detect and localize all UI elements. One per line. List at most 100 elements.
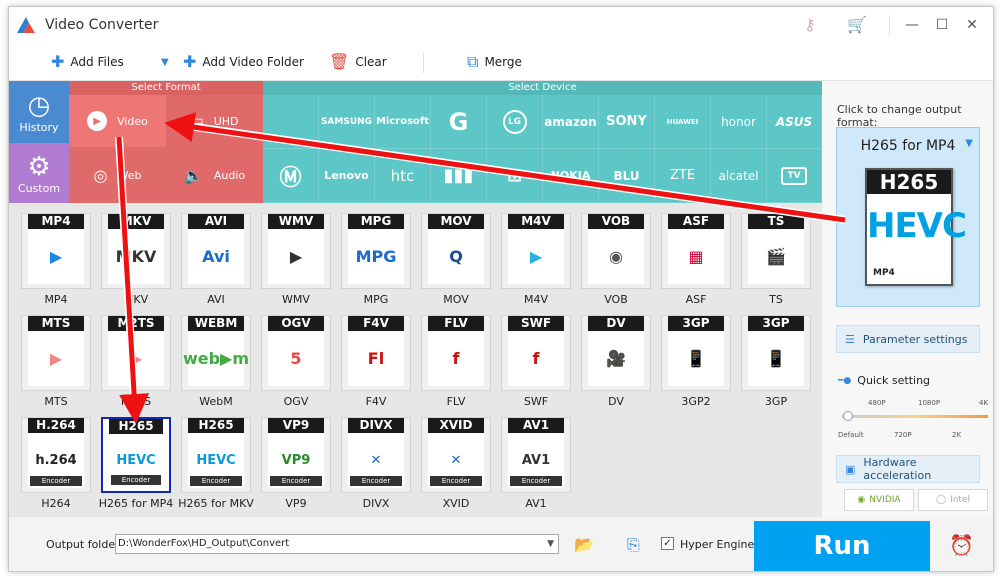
- output-folder-input[interactable]: D:\WonderFox\HD_Output\Convert ▼: [115, 534, 559, 554]
- format-name: H265 for MKV: [178, 497, 254, 510]
- device-samsung[interactable]: SAMSUNG: [319, 95, 375, 149]
- speaker-icon: 🔈: [183, 165, 204, 185]
- app-title: Video Converter: [45, 17, 159, 33]
- cart-icon[interactable]: 🛒: [847, 15, 867, 34]
- format-tag: MPG: [348, 214, 404, 229]
- gear-icon: ⚙: [27, 151, 51, 182]
- format-card-mp4[interactable]: MP4 ▶: [21, 213, 91, 289]
- format-name: MOV: [443, 293, 469, 306]
- format-card-divx[interactable]: DIVX ✕ Encoder: [341, 417, 411, 493]
- format-card-m4v[interactable]: M4V ▶: [501, 213, 571, 289]
- format-card-wmv[interactable]: WMV ▶: [261, 213, 331, 289]
- format-name: WebM: [199, 395, 233, 408]
- output-format-selector[interactable]: H265 for MP4 ▼ H265 HEVC MP4: [836, 127, 980, 307]
- category-audio[interactable]: 🔈 Audio: [166, 147, 263, 203]
- device-amazon[interactable]: amazon: [543, 95, 599, 149]
- intel-checkbox[interactable]: ◯ Intel: [918, 489, 988, 511]
- format-tag: FLV: [428, 316, 484, 331]
- format-icon: f: [428, 331, 484, 386]
- device-asus[interactable]: ASUS: [767, 95, 822, 149]
- format-name: H265 for MP4: [98, 497, 174, 510]
- browser-icon: ◎: [93, 165, 108, 185]
- format-card-vp9[interactable]: VP9 VP9 Encoder: [261, 417, 331, 493]
- format-card-xvid[interactable]: XVID ✕ Encoder: [421, 417, 491, 493]
- hyper-engine-checkbox[interactable]: ✓: [661, 537, 674, 550]
- format-card-av1[interactable]: AV1 AV1 Encoder: [501, 417, 571, 493]
- close-button[interactable]: ✕: [957, 13, 987, 37]
- key-icon[interactable]: ⚷: [804, 15, 816, 34]
- dropdown-arrow-icon[interactable]: ▼: [161, 57, 169, 68]
- device-sony[interactable]: SONY: [599, 95, 655, 149]
- format-card-flv[interactable]: FLV f: [421, 315, 491, 391]
- device-alcatel[interactable]: alcatel: [711, 149, 767, 203]
- device-htc[interactable]: htc: [375, 149, 431, 203]
- device-lenovo[interactable]: Lenovo: [319, 149, 375, 203]
- format-tag: ASF: [668, 214, 724, 229]
- format-card-mts[interactable]: MTS ▶: [21, 315, 91, 391]
- device-oneplus[interactable]: ⊞: [487, 149, 543, 203]
- dropdown-arrow-icon[interactable]: ▼: [547, 535, 554, 553]
- current-format-label: H265 for MP4: [860, 138, 956, 154]
- quality-slider-track[interactable]: [842, 415, 988, 418]
- category-custom[interactable]: ⚙ Custom: [9, 143, 69, 203]
- format-name: H264: [41, 497, 71, 510]
- format-card-dv[interactable]: DV 🎥: [581, 315, 651, 391]
- folder-icon[interactable]: 📂: [574, 535, 594, 554]
- format-icon: MPG: [348, 229, 404, 284]
- format-card-mov[interactable]: MOV Q: [421, 213, 491, 289]
- run-button[interactable]: Run: [754, 521, 930, 571]
- clear-button[interactable]: 🗑 Clear: [329, 54, 387, 70]
- add-video-folder-button[interactable]: ✚ Add Video Folder: [183, 54, 304, 70]
- format-card-f4v[interactable]: F4V Fl: [341, 315, 411, 391]
- device-microsoft[interactable]: Microsoft: [375, 95, 431, 149]
- alarm-clock-icon[interactable]: ⏰: [949, 533, 974, 557]
- device-lg[interactable]: LG: [487, 95, 543, 149]
- format-card-3gp[interactable]: 3GP 📱: [741, 315, 811, 391]
- bottom-bar: Output folder: D:\WonderFox\HD_Output\Co…: [9, 517, 993, 571]
- device-google[interactable]: G: [431, 95, 487, 149]
- open-output-icon[interactable]: ⎘: [627, 535, 640, 555]
- format-card-swf[interactable]: SWF f: [501, 315, 571, 391]
- hardware-acceleration-button[interactable]: ▣ Hardware acceleration: [836, 455, 980, 483]
- format-card-vob[interactable]: VOB ◉: [581, 213, 651, 289]
- format-tag: H265: [188, 418, 244, 433]
- format-card-avi[interactable]: AVI Avi: [181, 213, 251, 289]
- format-card-3gp2[interactable]: 3GP 📱: [661, 315, 731, 391]
- sliders-icon: ☰: [845, 332, 855, 346]
- device-huawei[interactable]: HUAWEI: [655, 95, 711, 149]
- format-card-ts[interactable]: TS 🎬: [741, 213, 811, 289]
- device-nokia[interactable]: NOKIA: [543, 149, 599, 203]
- format-card-ogv[interactable]: OGV 5: [261, 315, 331, 391]
- format-card-webm[interactable]: WEBM web▶m: [181, 315, 251, 391]
- merge-button[interactable]: ⧉ Merge: [467, 54, 522, 70]
- add-files-button[interactable]: ✚ Add Files: [51, 54, 124, 70]
- format-card-mpg[interactable]: MPG MPG: [341, 213, 411, 289]
- format-card-h265-for-mkv[interactable]: H265 HEVC Encoder: [181, 417, 251, 493]
- device-motorola[interactable]: Ⓜ: [263, 149, 319, 203]
- device-apple[interactable]: [263, 95, 319, 149]
- format-card-h265-for-mp4[interactable]: H265 HEVC Encoder: [101, 417, 171, 493]
- format-card-m2ts[interactable]: M2TS ▶: [101, 315, 171, 391]
- minimize-button[interactable]: —: [897, 13, 927, 37]
- category-web[interactable]: ◎ Web: [69, 147, 166, 203]
- format-card-asf[interactable]: ASF ▦: [661, 213, 731, 289]
- format-tag: DIVX: [348, 418, 404, 433]
- chip-icon: ▣: [845, 462, 856, 476]
- device-honor[interactable]: honor: [711, 95, 767, 149]
- parameter-settings-button[interactable]: ☰ Parameter settings: [836, 325, 980, 353]
- device-blackberry[interactable]: ▮▮▮: [431, 149, 487, 203]
- hyper-engine-label: Hyper Engine: [680, 538, 755, 551]
- quality-slider-thumb[interactable]: [843, 411, 853, 421]
- category-video[interactable]: ▶ Video: [69, 95, 166, 147]
- device-tv[interactable]: TV: [767, 149, 822, 203]
- device-zte[interactable]: ZTE: [655, 149, 711, 203]
- format-name: VOB: [604, 293, 628, 306]
- nvidia-checkbox[interactable]: ◉ NVIDIA: [844, 489, 914, 511]
- format-card-mkv[interactable]: MKV MKV: [101, 213, 171, 289]
- category-history[interactable]: ◷ History: [9, 81, 69, 143]
- format-name: DIVX: [362, 497, 390, 510]
- category-uhd[interactable]: ▭ UHD: [166, 95, 263, 147]
- format-card-h264[interactable]: H.264 h.264 Encoder: [21, 417, 91, 493]
- device-blu[interactable]: BLU: [599, 149, 655, 203]
- maximize-button[interactable]: ☐: [927, 13, 957, 37]
